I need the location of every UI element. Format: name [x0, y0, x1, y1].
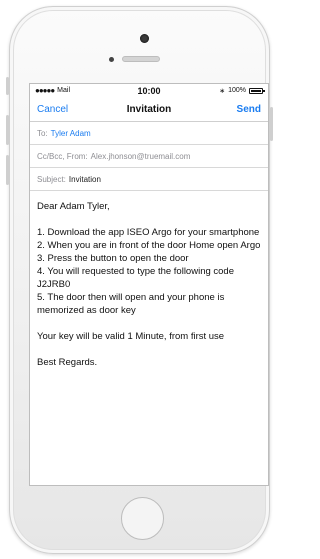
status-bar: ●●●●● Mail 10:00 ∗ 100% — [30, 84, 268, 97]
cancel-button[interactable]: Cancel — [37, 104, 68, 115]
instruction-step: 1. Download the app ISEO Argo for your s… — [37, 227, 260, 238]
instructions-list: 1. Download the app ISEO Argo for your s… — [37, 226, 261, 317]
status-time: 10:00 — [137, 86, 161, 96]
send-button[interactable]: Send — [237, 104, 261, 115]
from-address: Alex.jhonson@truemail.com — [90, 151, 191, 161]
phone-screen: ●●●●● Mail 10:00 ∗ 100% Cancel Invitatio… — [29, 83, 269, 486]
ccbcc-from-label: Cc/Bcc, From: — [37, 151, 88, 161]
mute-switch — [6, 77, 9, 95]
instruction-step: 4. You will requested to type the follow… — [37, 266, 234, 290]
instruction-step: 3. Press the button to open the door — [37, 253, 189, 264]
battery-icon — [249, 87, 265, 94]
greeting: Dear Adam Tyler, — [37, 201, 110, 212]
front-camera — [140, 34, 149, 43]
home-button[interactable] — [121, 497, 164, 540]
compose-nav-bar: Cancel Invitation Send — [30, 97, 268, 122]
proximity-sensor — [109, 57, 114, 62]
validity-note: Your key will be valid 1 Minute, from fi… — [37, 331, 225, 342]
subject-field[interactable]: Subject: Invitation — [30, 168, 268, 191]
closing: Best Regards. — [37, 357, 98, 368]
subject-value[interactable]: Invitation — [69, 175, 101, 184]
subject-label: Subject: — [37, 174, 66, 184]
power-button — [270, 107, 273, 141]
to-label: To: — [37, 128, 48, 138]
instruction-step: 5. The door then will open and your phon… — [37, 292, 225, 316]
ccbcc-from-field[interactable]: Cc/Bcc, From: Alex.jhonson@truemail.com — [30, 145, 268, 168]
to-recipient[interactable]: Tyler Adam — [51, 129, 91, 138]
earpiece-speaker — [122, 56, 160, 62]
volume-up-button — [6, 115, 9, 145]
instruction-step: 2. When you are in front of the door Hom… — [37, 240, 261, 251]
message-body[interactable]: Dear Adam Tyler, 1. Download the app ISE… — [30, 191, 268, 369]
volume-down-button — [6, 155, 9, 185]
to-field[interactable]: To: Tyler Adam — [30, 122, 268, 145]
